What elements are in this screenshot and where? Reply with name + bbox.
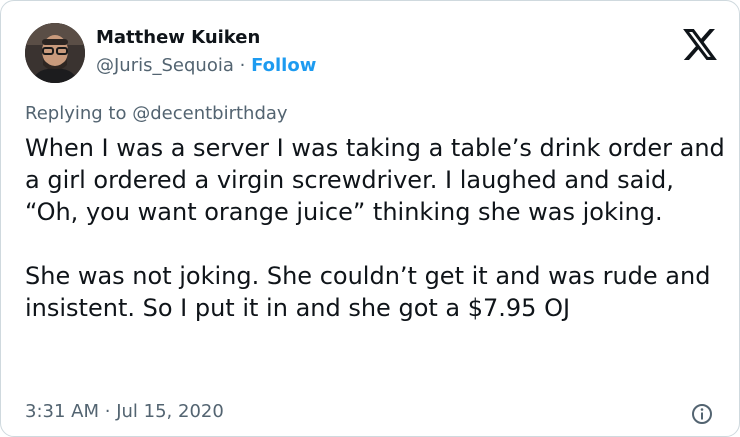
replying-to-label: Replying to xyxy=(25,103,127,124)
avatar-image xyxy=(25,23,85,83)
timestamp-separator: · xyxy=(104,401,111,422)
tweet-timestamp[interactable]: 3:31 AM · Jul 15, 2020 xyxy=(25,401,224,422)
tweet-card: Matthew Kuiken @Juris_Sequoia · Follow R… xyxy=(0,0,740,437)
tweet-text: When I was a server I was taking a table… xyxy=(25,132,725,324)
tweet-date: Jul 15, 2020 xyxy=(116,401,224,422)
author-name[interactable]: Matthew Kuiken xyxy=(96,27,260,48)
x-logo-icon[interactable] xyxy=(683,29,717,60)
replying-to: Replying to @decentbirthday xyxy=(25,103,288,124)
author-handle[interactable]: @Juris_Sequoia xyxy=(96,55,234,76)
info-icon[interactable] xyxy=(690,402,714,426)
tweet-paragraph: When I was a server I was taking a table… xyxy=(25,134,725,226)
author-handle-row: @Juris_Sequoia · Follow xyxy=(96,55,316,76)
handle-separator: · xyxy=(239,55,246,76)
replying-to-handle[interactable]: @decentbirthday xyxy=(132,103,287,124)
tweet-time: 3:31 AM xyxy=(25,401,99,422)
tweet-paragraph: She was not joking. She couldn’t get it … xyxy=(25,262,711,322)
follow-button[interactable]: Follow xyxy=(251,55,316,76)
avatar[interactable] xyxy=(25,23,85,83)
